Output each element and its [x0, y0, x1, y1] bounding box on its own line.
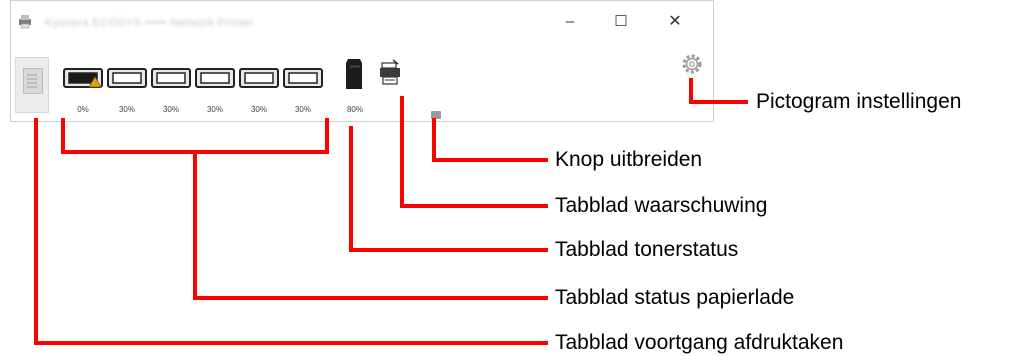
callout-settings — [689, 78, 748, 104]
callout-trays-bracket — [61, 118, 329, 154]
label-toner-tab: Tabblad tonerstatus — [555, 238, 739, 261]
callout-toner — [349, 126, 548, 252]
callout-alert — [400, 96, 548, 208]
label-paper-tray-tab: Tabblad status papierlade — [555, 286, 795, 309]
callout-expand — [432, 118, 548, 162]
callout-trays — [193, 150, 548, 300]
label-settings-icon: Pictogram instellingen — [756, 90, 962, 113]
label-alert-tab: Tabblad waarschuwing — [555, 194, 768, 217]
callout-lines — [34, 78, 748, 345]
label-expand-button: Knop uitbreiden — [555, 148, 703, 171]
label-print-job-tab: Tabblad voortgang afdruktaken — [555, 331, 844, 354]
